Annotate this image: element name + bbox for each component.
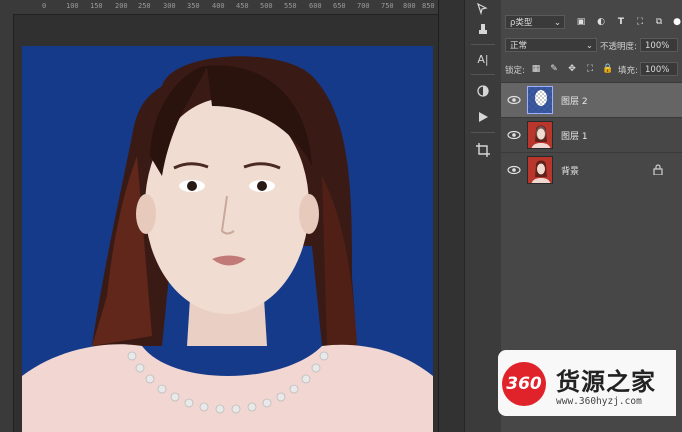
ruler-tick: 850 [422, 2, 435, 10]
toolbar-divider [471, 44, 495, 45]
layer-thumbnail [527, 86, 553, 114]
visibility-eye-icon[interactable] [507, 163, 521, 177]
stamp-icon[interactable] [474, 20, 492, 38]
fill-input[interactable]: 100% [640, 62, 678, 76]
ruler-tick: 750 [381, 2, 394, 10]
ruler-tick: 250 [138, 2, 151, 10]
ruler-tick: 700 [357, 2, 370, 10]
crop-icon[interactable] [474, 141, 492, 159]
ruler-tick: 450 [236, 2, 249, 10]
panel-tool-column: A| [464, 0, 502, 432]
left-ruler [0, 14, 14, 432]
layer-row[interactable]: 图层 1 [501, 117, 682, 152]
layer-name[interactable]: 图层 2 [561, 94, 588, 107]
ruler-tick: 600 [309, 2, 322, 10]
layer-name[interactable]: 图层 1 [561, 129, 588, 142]
blend-mode-label: 正常 [510, 41, 528, 51]
ruler-tick: 350 [187, 2, 200, 10]
filter-toggle-icon[interactable]: ● [671, 16, 682, 28]
visibility-eye-icon[interactable] [507, 93, 521, 107]
ruler-tick: 800 [403, 2, 416, 10]
chevron-down-icon: ⌄ [553, 18, 561, 28]
ruler-tick: 400 [212, 2, 225, 10]
ruler-tick: 650 [333, 2, 346, 10]
layer-row[interactable]: 背景 [501, 152, 682, 187]
opacity-input[interactable]: 100% [640, 38, 678, 52]
layer-filter-select[interactable]: ρ类型 ⌄ [505, 15, 565, 29]
ruler-tick: 100 [66, 2, 79, 10]
ruler-tick: 200 [115, 2, 128, 10]
filter-type-icon[interactable]: T [615, 16, 627, 28]
lock-artboard-icon[interactable]: ⛶ [584, 63, 596, 75]
visibility-eye-icon[interactable] [507, 128, 521, 142]
filter-shape-icon[interactable]: ⛶ [634, 16, 646, 28]
ruler-tick: 550 [284, 2, 297, 10]
portrait-photo[interactable] [22, 46, 433, 432]
portrait-illustration [22, 56, 433, 432]
layer-filter-label: ρ类型 [510, 18, 533, 28]
play-icon[interactable] [474, 108, 492, 126]
fill-value: 100% [645, 65, 670, 75]
chevron-down-icon: ⌄ [585, 41, 593, 51]
lock-all-icon[interactable]: 🔒 [602, 63, 614, 75]
character-panel-label: A| [477, 52, 489, 66]
ruler-tick: 150 [90, 2, 103, 10]
lock-icon [653, 164, 663, 175]
watermark-url: www.360hyzj.com [556, 396, 642, 407]
lock-transparent-icon[interactable]: ▦ [530, 63, 542, 75]
watermark-logo-text: 360 [506, 374, 542, 394]
opacity-label: 不透明度: [600, 42, 637, 52]
lock-move-icon[interactable]: ✥ [566, 63, 578, 75]
layer-name[interactable]: 背景 [561, 164, 579, 177]
ruler-tick: 300 [163, 2, 176, 10]
toolbar-divider [471, 74, 495, 75]
ruler-tick: 0 [42, 2, 47, 10]
character-panel-icon[interactable]: A| [474, 50, 492, 68]
lock-brush-icon[interactable]: ✎ [548, 63, 560, 75]
watermark-badge: 360 货源之家 www.360hyzj.com [498, 350, 676, 416]
filter-pixel-icon[interactable]: ▣ [575, 16, 587, 28]
layer-row[interactable]: 图层 2 [501, 82, 682, 117]
watermark-title: 货源之家 [556, 368, 656, 396]
ruler-tick: 500 [260, 2, 273, 10]
panel-divider[interactable] [438, 0, 465, 432]
filter-smart-object-icon[interactable]: ⧉ [653, 16, 665, 28]
lock-label: 锁定: [505, 66, 525, 76]
layer-thumbnail [527, 156, 553, 184]
toolbar-divider [471, 132, 495, 133]
top-ruler: 0 100 150 200 250 300 350 400 450 500 55… [0, 0, 438, 15]
adjust-icon[interactable] [474, 82, 492, 100]
filter-adjustment-icon[interactable]: ◐ [595, 16, 607, 28]
blend-mode-select[interactable]: 正常 ⌄ [505, 38, 597, 52]
fill-label: 填充: [618, 66, 638, 76]
watermark-logo: 360 [502, 362, 546, 406]
path-select-icon[interactable] [474, 0, 492, 18]
layer-thumbnail [527, 121, 553, 149]
opacity-value: 100% [645, 41, 670, 51]
